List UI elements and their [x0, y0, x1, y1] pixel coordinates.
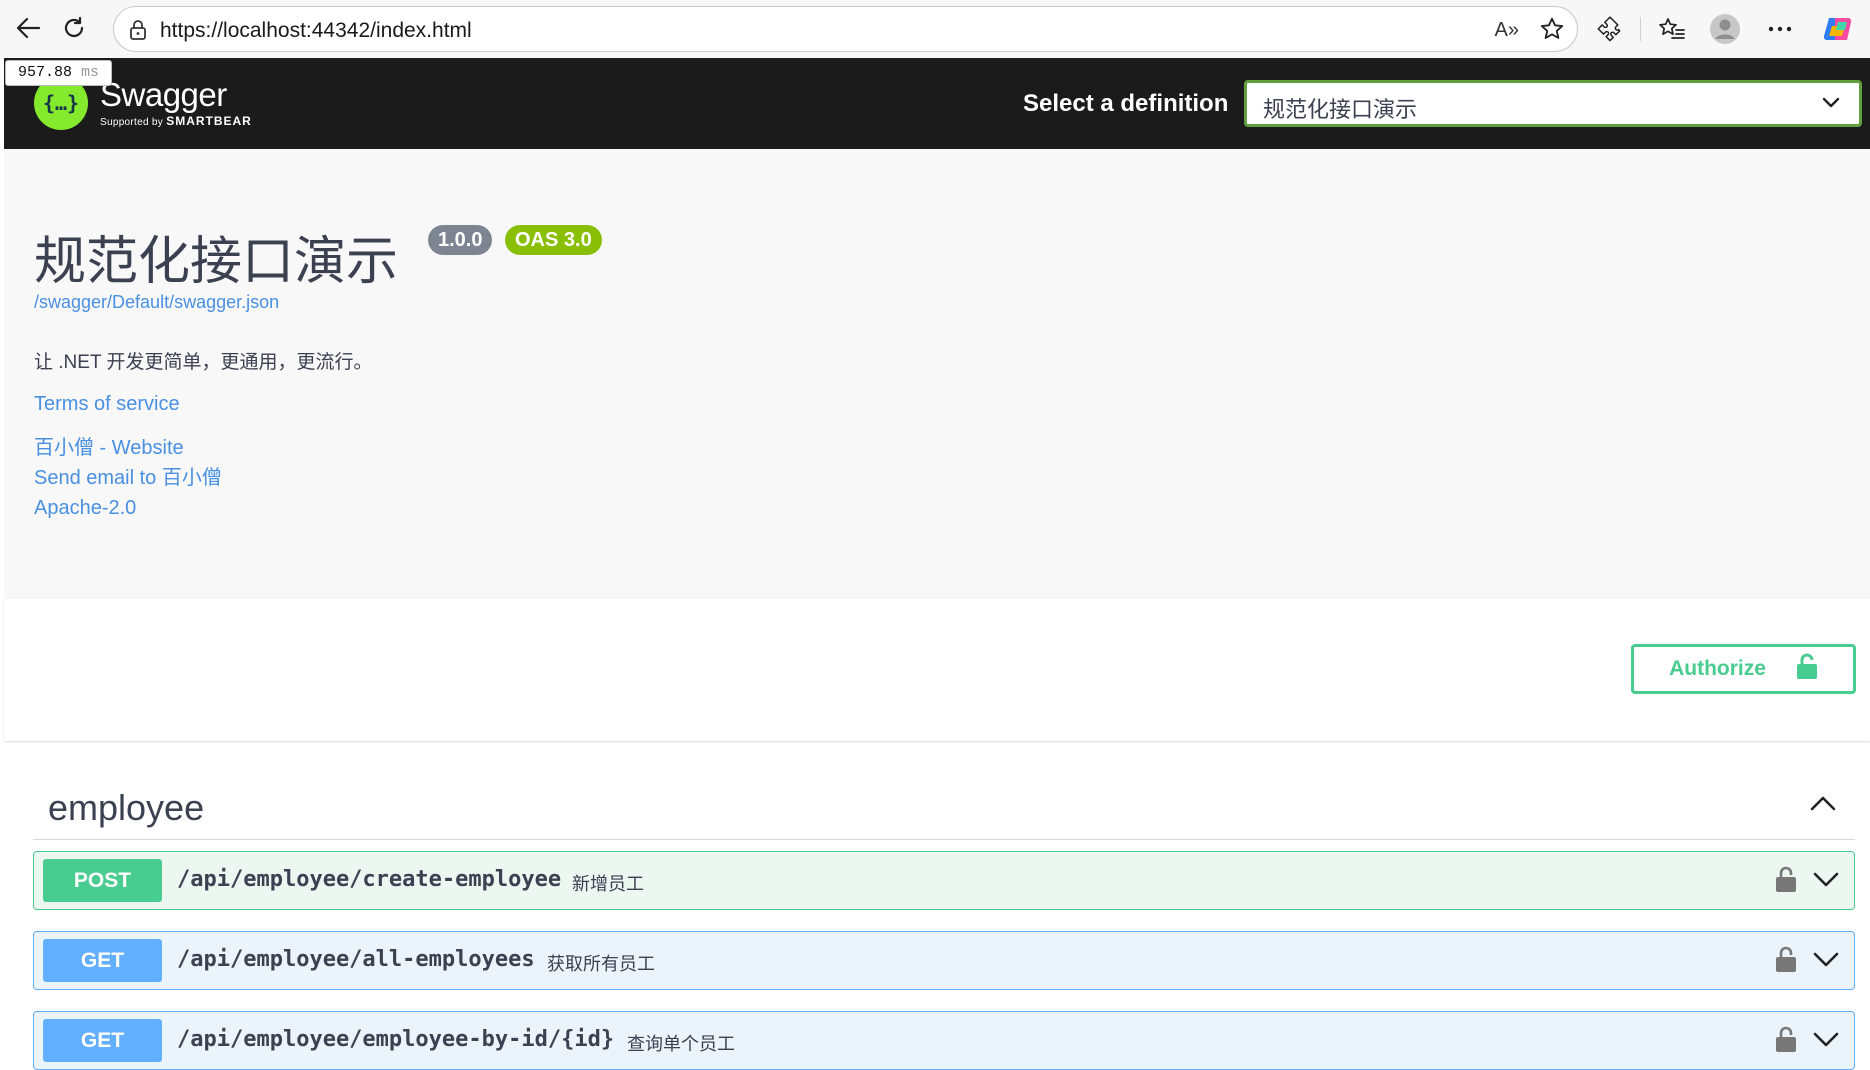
operation-create-employee[interactable]: POST /api/employee/create-employee 新增员工	[33, 851, 1855, 910]
lock-icon[interactable]	[128, 18, 148, 47]
url-text[interactable]: https://localhost:44342/index.html	[160, 19, 472, 43]
tag-section-employee: employee POST /api/employee/create-emplo…	[33, 772, 1855, 1070]
terms-of-service-link[interactable]: Terms of service	[34, 393, 180, 416]
select-definition-label: Select a definition	[1023, 90, 1229, 117]
read-aloud-icon[interactable]: A»	[1495, 19, 1519, 42]
lock-icon[interactable]	[1775, 945, 1797, 978]
logo-supported-by: Supported by	[100, 117, 164, 128]
lock-icon[interactable]	[1775, 865, 1797, 898]
authorize-label: Authorize	[1669, 657, 1766, 680]
unlocked-icon	[1796, 652, 1818, 686]
operation-employee-by-id[interactable]: GET /api/employee/employee-by-id/{id} 查询…	[33, 1011, 1855, 1070]
tag-header[interactable]: employee	[33, 772, 1855, 840]
spec-url-link[interactable]: /swagger/Default/swagger.json	[34, 292, 279, 313]
lock-icon[interactable]	[1775, 1025, 1797, 1058]
logo-subtitle: Supported by SMARTBEAR	[100, 114, 252, 128]
operation-path[interactable]: /api/employee/create-employee	[177, 867, 561, 892]
method-badge: GET	[43, 939, 162, 982]
profile-avatar-icon[interactable]	[1708, 12, 1742, 46]
definition-select[interactable]: 规范化接口演示	[1244, 80, 1862, 127]
website-link[interactable]: 百小僧 - Website	[34, 431, 184, 460]
swagger-topbar: {…} Swagger Supported by SMARTBEAR Selec…	[4, 58, 1870, 149]
license-link[interactable]: Apache-2.0	[34, 497, 136, 520]
operation-summary: 查询单个员工	[627, 1034, 735, 1054]
oas-badge: OAS 3.0	[505, 225, 602, 255]
timing-value: 957.88	[18, 64, 73, 81]
chevron-down-icon[interactable]	[1812, 1031, 1840, 1054]
logo-company: SMARTBEAR	[166, 114, 252, 128]
operation-summary: 新增员工	[572, 874, 644, 894]
api-info: 规范化接口演示 1.0.0 OAS 3.0 /swagger/Default/s…	[4, 149, 1870, 599]
version-badge: 1.0.0	[428, 225, 493, 255]
chevron-up-icon[interactable]	[1809, 794, 1837, 817]
copilot-icon[interactable]	[1818, 12, 1858, 46]
method-badge: GET	[43, 1019, 162, 1062]
more-menu-icon[interactable]	[1763, 12, 1797, 46]
tag-name[interactable]: employee	[48, 787, 204, 829]
timing-overlay: 957.88 ms	[5, 60, 113, 86]
email-link[interactable]: Send email to 百小僧	[34, 461, 222, 490]
favorite-star-icon[interactable]	[1539, 16, 1565, 47]
chevron-down-icon[interactable]	[1812, 951, 1840, 974]
refresh-icon[interactable]	[56, 10, 92, 46]
address-bar[interactable]: https://localhost:44342/index.html A»	[113, 6, 1578, 52]
toolbar-divider	[1640, 17, 1641, 41]
timing-unit: ms	[81, 64, 100, 81]
extensions-icon[interactable]	[1593, 12, 1627, 46]
favorites-icon[interactable]	[1655, 12, 1689, 46]
method-badge: POST	[43, 859, 162, 902]
operation-all-employees[interactable]: GET /api/employee/all-employees 获取所有员工	[33, 931, 1855, 990]
scheme-container: Authorize	[4, 599, 1870, 741]
operation-path[interactable]: /api/employee/employee-by-id/{id}	[177, 1027, 614, 1052]
back-icon[interactable]	[10, 10, 46, 46]
api-title: 规范化接口演示	[34, 232, 399, 292]
definition-select-value[interactable]: 规范化接口演示	[1263, 92, 1417, 124]
authorize-button[interactable]: Authorize	[1631, 644, 1856, 694]
operation-summary: 获取所有员工	[547, 954, 655, 974]
chevron-down-icon[interactable]	[1821, 96, 1841, 114]
chevron-down-icon[interactable]	[1812, 871, 1840, 894]
api-description: 让 .NET 开发更简单，更通用，更流行。	[34, 352, 373, 373]
operation-path[interactable]: /api/employee/all-employees	[177, 947, 535, 972]
browser-toolbar: https://localhost:44342/index.html A»	[0, 0, 1870, 58]
logo-name: Swagger	[100, 76, 227, 113]
